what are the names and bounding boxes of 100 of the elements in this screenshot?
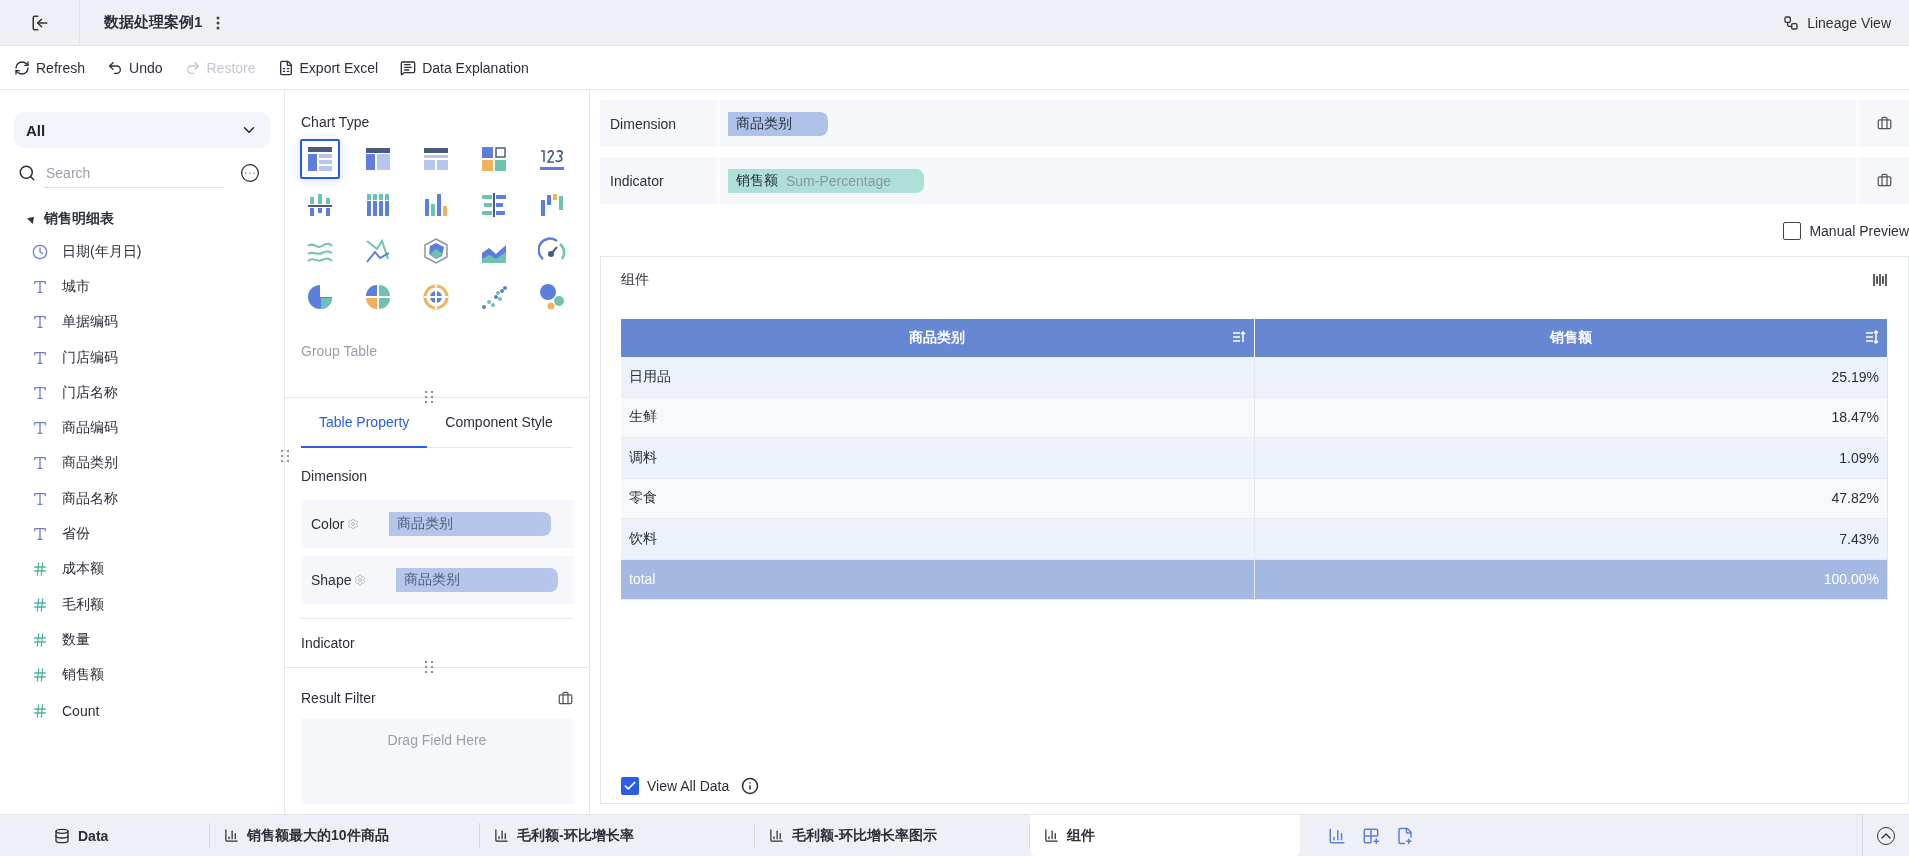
section-title: Dimension — [301, 468, 369, 484]
more-button[interactable] — [216, 15, 221, 30]
text-type-icon — [32, 278, 48, 295]
hash-icon — [32, 667, 48, 684]
field-item[interactable]: Count — [14, 692, 270, 729]
table-cell: 饮料 — [621, 519, 1255, 560]
database-icon — [54, 827, 70, 844]
property-tab[interactable]: Component Style — [427, 398, 571, 448]
check-icon — [623, 779, 637, 793]
field-item[interactable]: 销售额 — [14, 657, 270, 693]
field-pill[interactable]: 销售额 Sum-Percentage — [728, 168, 924, 193]
manual-preview-checkbox[interactable]: Manual Preview — [1783, 222, 1909, 240]
redo-icon — [184, 59, 201, 76]
bar-chart-icon — [224, 828, 239, 843]
bar-chart-icon — [1328, 826, 1346, 845]
field-item[interactable]: 成本额 — [14, 551, 270, 587]
grid-plus-icon — [1362, 826, 1380, 845]
field-item[interactable]: 门店名称 — [14, 375, 270, 411]
text-type-icon — [32, 490, 48, 507]
sheet-tab[interactable]: Data — [40, 823, 210, 848]
more-icon — [216, 15, 221, 30]
spreadsheet-icon — [277, 59, 294, 76]
chart-name: Group Table — [301, 343, 378, 359]
bar-chart-icon — [306, 191, 334, 219]
table-name[interactable]: 销售明细表 — [44, 210, 114, 228]
bar-chart-icon — [494, 828, 509, 843]
component-title: 组件 — [621, 271, 649, 289]
scatter-chart-icon — [480, 283, 508, 311]
add-chart-button[interactable] — [1328, 826, 1346, 845]
bar-chart-icon — [364, 191, 392, 219]
sheet-tab[interactable]: 销售额最大的10件商品 — [210, 823, 480, 848]
shelf-label: Indicator — [600, 157, 717, 204]
table-cell: 25.19% — [1254, 357, 1888, 398]
property-tab[interactable]: Table Property — [301, 398, 428, 448]
scope-dropdown[interactable]: All — [14, 112, 270, 148]
chart-type-title: Chart Type — [301, 114, 371, 130]
table-chart-icon — [306, 145, 334, 173]
text-type-icon — [32, 349, 48, 366]
lineage-icon — [1783, 14, 1800, 31]
field-item[interactable]: 省份 — [14, 516, 270, 552]
clock-icon — [32, 243, 48, 260]
line-chart-icon — [364, 237, 392, 265]
sheet-tab[interactable]: 毛利额-环比增长率 — [480, 823, 755, 848]
add-grid-button[interactable] — [1362, 826, 1380, 845]
table-cell: 47.82% — [1254, 478, 1888, 519]
chart-type-button[interactable] — [300, 139, 340, 179]
bar-chart-icon — [422, 191, 450, 219]
hash-icon — [32, 561, 48, 578]
section-title: Indicator — [301, 618, 573, 651]
pie-chart-icon — [306, 283, 334, 311]
shelf-drop-area[interactable]: 销售额 Sum-Percentage — [720, 157, 1856, 204]
field-item[interactable]: 毛利额 — [14, 586, 270, 623]
search-field[interactable]: Search — [44, 158, 224, 188]
rose-chart-icon — [422, 283, 450, 311]
table-cell: 18.47% — [1254, 397, 1888, 438]
field-item[interactable]: 日期(年月日) — [14, 234, 270, 270]
field-item[interactable]: 数量 — [14, 622, 270, 658]
field-item[interactable]: 商品名称 — [14, 481, 270, 517]
field-item[interactable]: 门店编码 — [14, 339, 270, 376]
table-cell: 日用品 — [621, 357, 1255, 398]
field-chip[interactable]: 商品类别 — [396, 568, 559, 592]
toolbox-button[interactable] — [1859, 100, 1909, 147]
search-icon — [18, 164, 36, 182]
bar-chart-icon — [480, 191, 508, 219]
shelf-drop-area[interactable]: 商品类别 — [720, 100, 1856, 147]
lineage-view-button[interactable]: Lineage View — [1777, 13, 1897, 32]
field-item[interactable]: 商品类别 — [14, 445, 270, 482]
text-type-icon — [32, 455, 48, 472]
field-item[interactable]: 单据编码 — [14, 304, 270, 340]
barcode-icon[interactable] — [1872, 272, 1888, 288]
bar-chart-icon — [1044, 828, 1059, 843]
sort-icon[interactable] — [1231, 330, 1246, 344]
text-type-icon — [32, 420, 48, 437]
toolbar-button[interactable]: Data Explanation — [400, 59, 529, 76]
field-chip[interactable]: 商品类别 — [389, 512, 552, 536]
view-all-data-checkbox[interactable]: View All Data — [621, 777, 730, 795]
sort-icon[interactable] — [1865, 330, 1879, 344]
grid-chart-icon — [480, 145, 508, 173]
field-pill[interactable]: 商品类别 — [728, 111, 828, 136]
table-cell: 调料 — [621, 438, 1255, 479]
sheet-tab[interactable]: 组件 — [1030, 815, 1300, 856]
pie-chart-icon — [364, 283, 392, 311]
bar-chart-icon — [769, 828, 784, 843]
message-icon — [400, 59, 417, 76]
undo-icon — [107, 59, 124, 76]
toolbar-button[interactable]: Refresh — [14, 59, 86, 76]
bubble-chart-icon — [538, 283, 566, 311]
info-icon[interactable] — [741, 777, 760, 795]
count-hash-icon — [32, 702, 48, 719]
add-report-button[interactable] — [1396, 826, 1414, 845]
field-item[interactable]: 城市 — [14, 269, 270, 305]
toolbar-button[interactable]: Undo — [107, 59, 163, 76]
toolbox-button[interactable] — [1859, 157, 1909, 204]
toolbar-button[interactable]: Export Excel — [277, 59, 379, 76]
table-cell: 7.43% — [1254, 519, 1888, 560]
bar-chart-icon — [538, 191, 566, 219]
result-filter-title: Result Filter — [301, 690, 376, 706]
hash-icon — [32, 596, 48, 613]
more-options-icon[interactable] — [240, 163, 260, 183]
field-item[interactable]: 商品编码 — [14, 410, 270, 446]
